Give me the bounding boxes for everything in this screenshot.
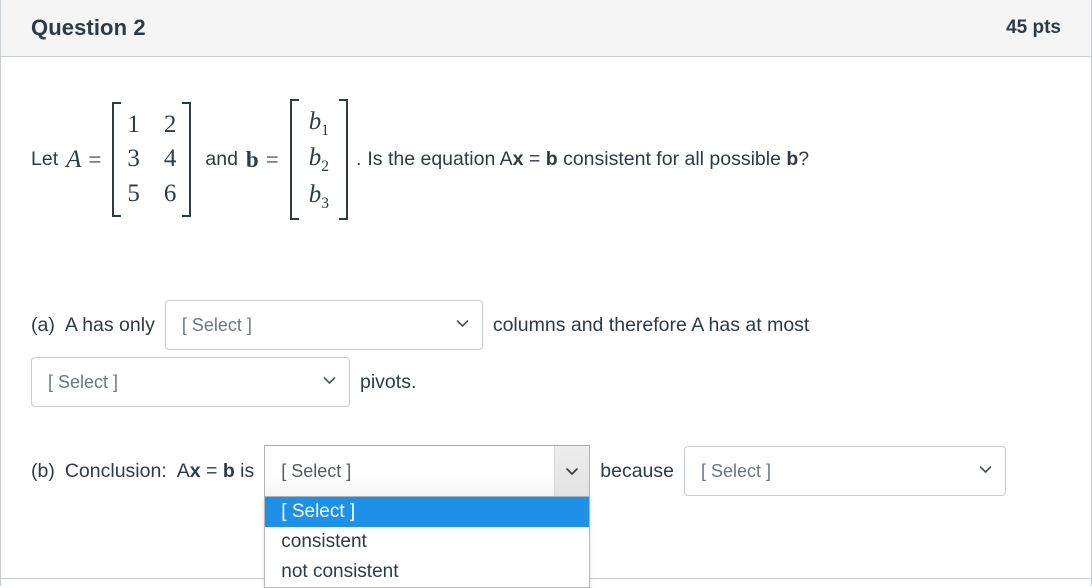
question-body: Let A = 1 2 3 4 5 6 and b = b1 b2 b3 . I…: [1, 57, 1091, 588]
dropdown-options-list[interactable]: [ Select ] consistent not consistent: [264, 497, 591, 588]
vector-b-grid: b1 b2 b3: [299, 99, 339, 220]
prompt-question-post: consistent for all possible: [557, 148, 787, 171]
vector-b-name: b: [245, 146, 259, 172]
part-a-marker: (a): [31, 313, 55, 336]
part-b-label: Conclusion:: [64, 459, 167, 482]
vector-b-base-0: b: [308, 108, 322, 135]
dropdown-option-2[interactable]: not consistent: [265, 557, 589, 587]
vector-b-cell-2: b3: [305, 178, 333, 214]
equals-sign-b: =: [265, 146, 279, 172]
prompt-question-eq: =: [523, 148, 546, 171]
select-a-columns-value: [ Select ]: [181, 314, 252, 335]
question-header: Question 2 45 pts: [1, 0, 1091, 57]
matrix-a-cell-1-0: 3: [127, 145, 140, 173]
and-label: and: [205, 148, 238, 171]
prompt-question-b: b: [545, 148, 558, 171]
matrix-a-name: A: [66, 145, 82, 173]
vector-b: b1 b2 b3: [289, 99, 348, 221]
select-a-pivots-value: [ Select ]: [48, 371, 119, 392]
question-prompt: Let A = 1 2 3 4 5 6 and b = b1 b2 b3 . I…: [31, 99, 809, 221]
equals-sign-a: =: [88, 146, 102, 172]
part-b-because-label: because: [600, 459, 674, 482]
matrix-a-cell-2-0: 5: [127, 179, 140, 207]
part-a-text-after: pivots.: [360, 370, 417, 393]
matrix-a-right-bracket: [182, 101, 192, 218]
chevron-down-icon[interactable]: [554, 446, 590, 496]
matrix-a: 1 2 3 4 5 6: [112, 101, 192, 218]
chevron-down-icon: [456, 317, 469, 330]
prompt-period: .: [355, 148, 362, 171]
prompt-question-pre: Is the equation A: [367, 148, 513, 171]
matrix-a-left-bracket: [112, 101, 122, 218]
select-a-pivots[interactable]: [ Select ]: [31, 357, 350, 407]
vector-b-cell-0: b1: [305, 105, 333, 141]
part-b-equation: Ax = b is: [177, 460, 255, 483]
prompt-question: Is the equation Ax = b consistent for al…: [367, 148, 809, 171]
vector-b-right-bracket: [338, 99, 348, 221]
select-b-conclusion[interactable]: [ Select ]: [264, 445, 591, 497]
select-a-columns[interactable]: [ Select ]: [164, 300, 483, 350]
part-a-text-middle: columns and therefore A has at most: [492, 313, 810, 336]
question-title: Question 2: [31, 15, 146, 40]
part-b-eq-b: b: [222, 459, 235, 482]
part-a-text-before: A has only: [64, 313, 155, 336]
chevron-down-icon: [323, 374, 336, 387]
vector-b-left-bracket: [289, 99, 299, 221]
prompt-question-x: x: [512, 148, 524, 171]
part-b-eq-pre: A: [176, 459, 190, 482]
vector-b-sub-2: 3: [321, 194, 329, 212]
matrix-a-cell-2-1: 6: [163, 179, 177, 207]
part-b-row: (b) Conclusion: Ax = b is [ Select ] [ S…: [31, 445, 1006, 588]
part-a-row-2: [ Select ] pivots.: [31, 357, 416, 407]
select-b-conclusion-value: [ Select ]: [281, 460, 352, 481]
matrix-a-grid: 1 2 3 4 5 6: [121, 102, 182, 218]
matrix-a-cell-0-1: 2: [163, 110, 177, 138]
dropdown-option-1[interactable]: consistent: [265, 527, 589, 557]
select-b-reason-value: [ Select ]: [701, 460, 772, 481]
matrix-a-cell-1-1: 4: [163, 145, 177, 173]
part-b-eq-mid: =: [200, 459, 223, 482]
part-a-row-1: (a) A has only [ Select ] columns and th…: [31, 300, 809, 350]
question-panel: Question 2 45 pts Let A = 1 2 3 4 5 6 an…: [0, 0, 1092, 588]
vector-b-cell-1: b2: [305, 141, 333, 177]
vector-b-base-1: b: [308, 144, 322, 172]
question-points: 45 pts: [1006, 17, 1061, 38]
chevron-down-icon: [979, 463, 992, 476]
part-b-eq-x: x: [189, 459, 201, 482]
dropdown-option-0[interactable]: [ Select ]: [265, 497, 590, 527]
let-label: Let: [31, 148, 59, 171]
part-b-marker: (b): [31, 459, 55, 482]
matrix-a-cell-0-0: 1: [127, 110, 140, 138]
prompt-question-end: ?: [798, 148, 810, 171]
prompt-question-b2: b: [786, 148, 799, 171]
vector-b-sub-1: 2: [321, 158, 329, 176]
part-b-eq-post: is: [234, 459, 255, 482]
select-b-conclusion-wrapper: [ Select ] [ Select ] consistent not con…: [264, 445, 591, 588]
vector-b-base-2: b: [308, 180, 322, 208]
select-b-reason[interactable]: [ Select ]: [684, 446, 1006, 496]
vector-b-sub-0: 1: [321, 122, 329, 139]
